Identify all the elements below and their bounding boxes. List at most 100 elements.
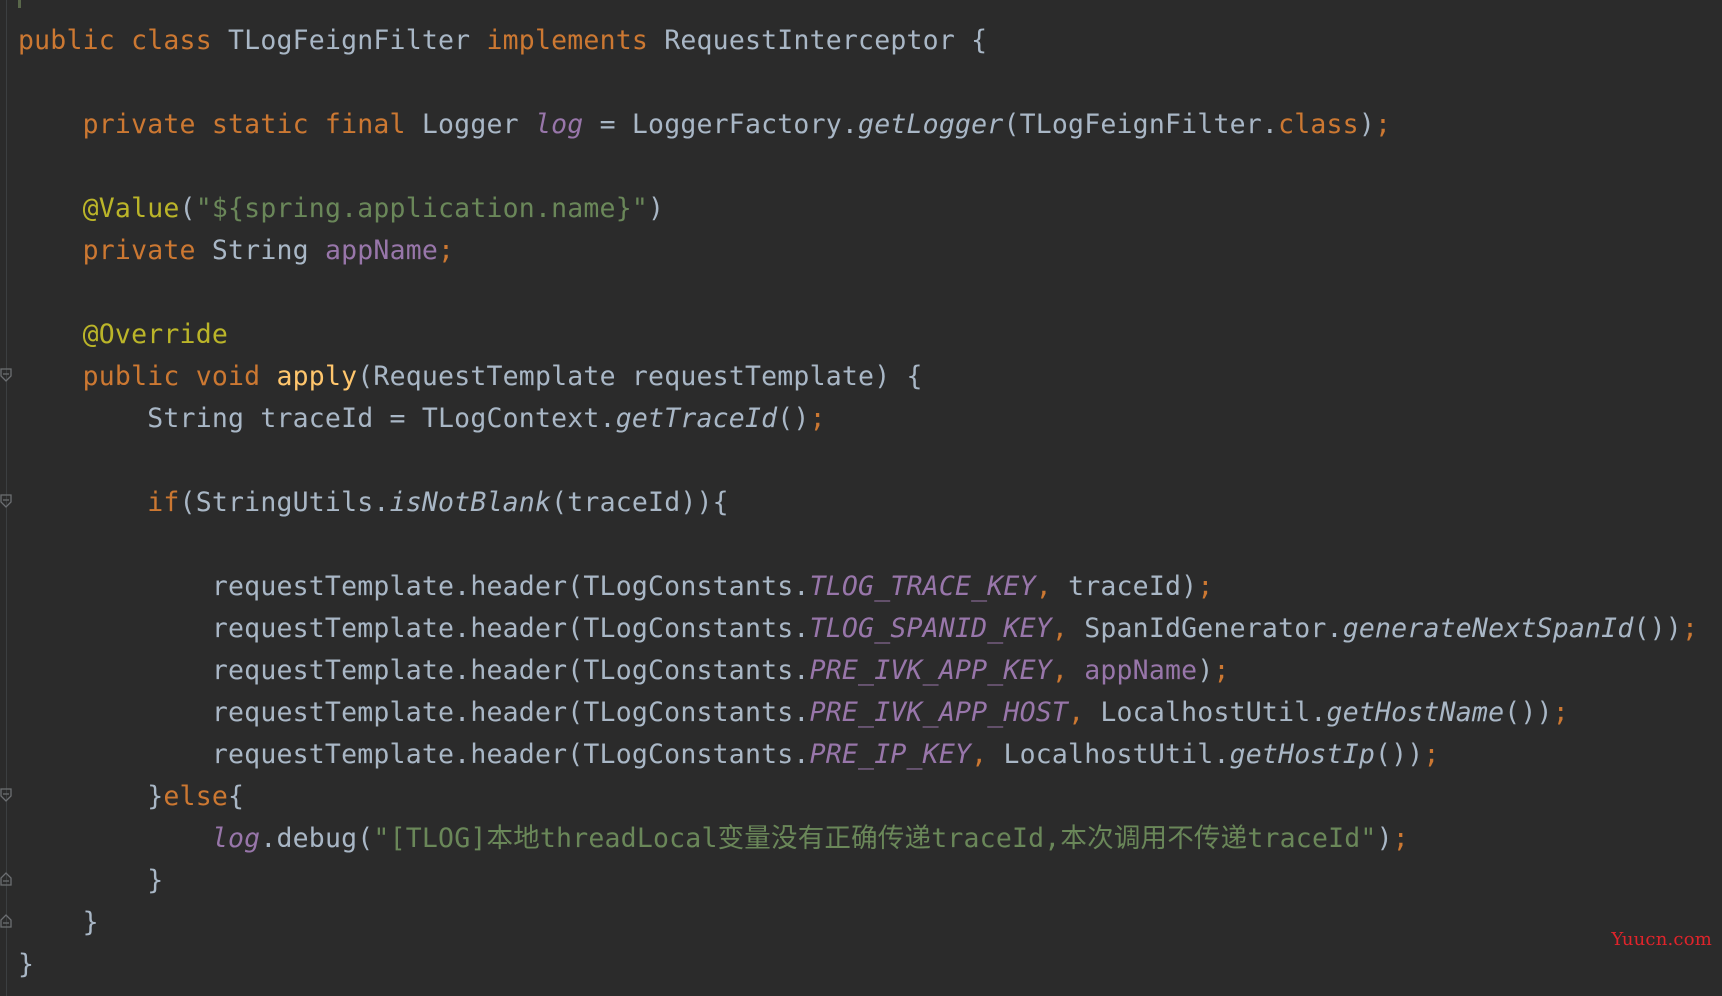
- code-token: private static final: [18, 109, 422, 140]
- code-token: ,: [1068, 697, 1101, 728]
- code-line[interactable]: [18, 62, 1698, 104]
- code-token: ;: [1197, 571, 1214, 602]
- code-line[interactable]: @Value("${spring.application.name}"): [18, 188, 1698, 230]
- code-token: LocalhostUtil.: [1003, 739, 1230, 770]
- code-line[interactable]: }: [18, 902, 1698, 944]
- code-token: ;: [1681, 613, 1699, 644]
- code-token: ;: [1423, 739, 1440, 770]
- code-line[interactable]: public void apply(RequestTemplate reques…: [18, 356, 1698, 398]
- code-token: (traceId)){: [551, 487, 729, 518]
- code-token: Logger: [421, 109, 535, 140]
- code-token: (TLogFeignFilter.: [1003, 109, 1279, 140]
- code-line[interactable]: @Override: [18, 314, 1698, 356]
- code-token: getHostIp: [1229, 739, 1375, 770]
- code-token: generateNextSpanId: [1342, 613, 1634, 644]
- code-token: ;: [1375, 109, 1392, 140]
- code-token: ()): [1375, 739, 1424, 770]
- code-token: ,: [1051, 613, 1085, 644]
- code-token: appName: [324, 235, 439, 266]
- code-token: PRE_IP_KEY: [809, 739, 972, 770]
- fold-end-icon[interactable]: [0, 872, 12, 886]
- code-line[interactable]: private static final Logger log = Logger…: [18, 104, 1698, 146]
- code-token: requestTemplate.header(TLogConstants.: [18, 697, 810, 728]
- code-line[interactable]: [18, 524, 1698, 566]
- code-token: ): [1376, 823, 1393, 854]
- code-token: getHostName: [1326, 697, 1505, 728]
- code-token: }: [18, 949, 35, 980]
- code-token: = LoggerFactory.: [583, 109, 859, 140]
- code-line[interactable]: requestTemplate.header(TLogConstants.TLO…: [18, 608, 1698, 650]
- code-token: }: [18, 907, 99, 938]
- code-line[interactable]: requestTemplate.header(TLogConstants.PRE…: [18, 650, 1698, 692]
- code-token: getLogger: [858, 109, 1004, 140]
- code-token: private: [18, 235, 212, 266]
- code-token: (RequestTemplate requestTemplate) {: [357, 361, 923, 392]
- source-code[interactable]: public class TLogFeignFilter implements …: [18, 20, 1698, 986]
- code-line[interactable]: String traceId = TLogContext.getTraceId(…: [18, 398, 1698, 440]
- code-token: ()): [1633, 613, 1682, 644]
- fold-start-icon[interactable]: [0, 368, 12, 382]
- code-token: requestTemplate.header(TLogConstants.: [18, 571, 810, 602]
- code-token: requestTemplate.header(TLogConstants.: [18, 739, 810, 770]
- code-line[interactable]: requestTemplate.header(TLogConstants.TLO…: [18, 566, 1698, 608]
- code-line[interactable]: public class TLogFeignFilter implements …: [18, 20, 1698, 62]
- code-token: (): [777, 403, 810, 434]
- code-editor[interactable]: public class TLogFeignFilter implements …: [0, 0, 1722, 996]
- code-token: String traceId = TLogContext.: [18, 403, 616, 434]
- code-token: RequestInterceptor {: [664, 25, 988, 56]
- code-line[interactable]: }: [18, 944, 1698, 986]
- code-line[interactable]: if(StringUtils.isNotBlank(traceId)){: [18, 482, 1698, 524]
- code-token: String: [211, 235, 325, 266]
- code-token: else: [163, 781, 229, 812]
- code-line[interactable]: [18, 272, 1698, 314]
- code-token: "${spring.application.name}": [195, 193, 649, 224]
- code-token: .debug(: [260, 823, 374, 854]
- code-token: {: [228, 781, 245, 812]
- code-token: TLOG_TRACE_KEY: [809, 571, 1036, 602]
- code-token: }: [18, 865, 164, 896]
- code-line[interactable]: }else{: [18, 776, 1698, 818]
- fold-end-icon[interactable]: [0, 914, 12, 928]
- code-line[interactable]: log.debug("[TLOG]本地threadLocal变量没有正确传递tr…: [18, 818, 1698, 860]
- code-token: @Value: [18, 193, 180, 224]
- code-line[interactable]: [18, 440, 1698, 482]
- code-token: PRE_IVK_APP_HOST: [809, 697, 1069, 728]
- code-token: ;: [438, 235, 455, 266]
- code-token: TLOG_SPANID_KEY: [809, 613, 1052, 644]
- watermark-text: Yuucn.com: [1611, 929, 1712, 950]
- code-line[interactable]: }: [18, 860, 1698, 902]
- code-token: ,: [971, 739, 1004, 770]
- code-token: }: [18, 781, 164, 812]
- code-token: public class: [18, 25, 229, 56]
- code-token: PRE_IVK_APP_KEY: [809, 655, 1052, 686]
- code-token: ,: [1035, 571, 1069, 602]
- code-token: getTraceId: [615, 403, 778, 434]
- fold-start-icon[interactable]: [0, 788, 12, 802]
- code-token: appName: [1084, 655, 1198, 686]
- code-token: log: [211, 823, 261, 854]
- code-token: implements: [486, 25, 665, 56]
- code-token: requestTemplate.header(TLogConstants.: [18, 613, 810, 644]
- change-marker: [18, 0, 21, 8]
- code-token: requestTemplate.header(TLogConstants.: [18, 655, 810, 686]
- code-token: class: [1278, 109, 1359, 140]
- code-line[interactable]: private String appName;: [18, 230, 1698, 272]
- code-token: isNotBlank: [389, 487, 552, 518]
- code-line[interactable]: requestTemplate.header(TLogConstants.PRE…: [18, 734, 1698, 776]
- code-token: ): [648, 193, 665, 224]
- code-token: traceId): [1068, 571, 1198, 602]
- code-token: ;: [1213, 655, 1230, 686]
- code-token: TLogFeignFilter: [228, 25, 487, 56]
- fold-start-icon[interactable]: [0, 494, 12, 508]
- code-token: ): [1197, 655, 1214, 686]
- code-line[interactable]: requestTemplate.header(TLogConstants.PRE…: [18, 692, 1698, 734]
- code-token: public void: [18, 361, 277, 392]
- code-token: @Override: [18, 319, 229, 350]
- code-token: apply: [276, 361, 358, 392]
- code-token: "[TLOG]本地threadLocal变量没有正确传递traceId,本次调用…: [373, 823, 1377, 854]
- code-line[interactable]: [18, 146, 1698, 188]
- code-token: ;: [1392, 823, 1409, 854]
- code-token: if: [18, 487, 180, 518]
- code-token: SpanIdGenerator.: [1084, 613, 1343, 644]
